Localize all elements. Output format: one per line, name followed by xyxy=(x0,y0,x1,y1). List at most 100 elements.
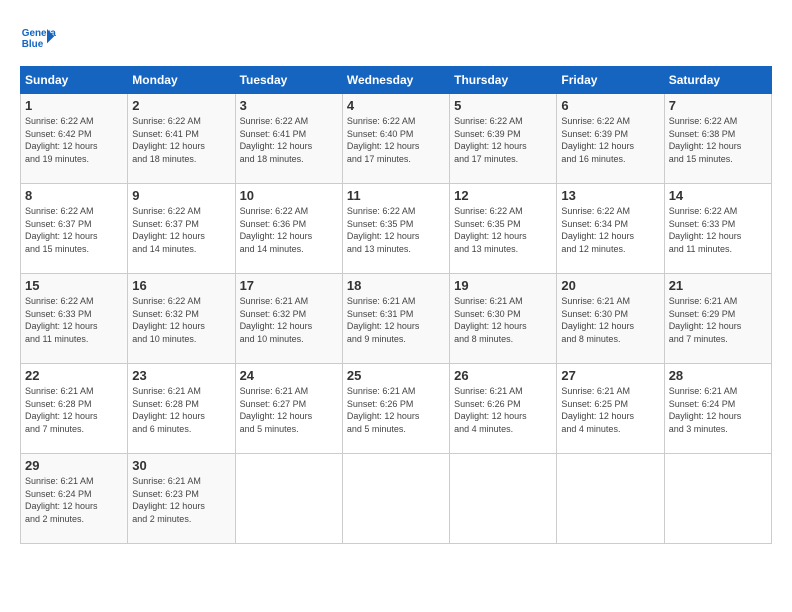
day-number: 2 xyxy=(132,98,230,113)
calendar-week-1: 1 Sunrise: 6:22 AM Sunset: 6:42 PM Daylig… xyxy=(21,94,772,184)
svg-text:Blue: Blue xyxy=(22,39,44,50)
day-number: 1 xyxy=(25,98,123,113)
header-cell-saturday: Saturday xyxy=(664,67,771,94)
calendar-cell: 30 Sunrise: 6:21 AM Sunset: 6:23 PM Dayli… xyxy=(128,454,235,544)
calendar-cell: 2 Sunrise: 6:22 AM Sunset: 6:41 PM Daylig… xyxy=(128,94,235,184)
header-cell-tuesday: Tuesday xyxy=(235,67,342,94)
calendar-cell: 25 Sunrise: 6:21 AM Sunset: 6:26 PM Dayli… xyxy=(342,364,449,454)
calendar-cell: 28 Sunrise: 6:21 AM Sunset: 6:24 PM Dayli… xyxy=(664,364,771,454)
calendar-cell: 20 Sunrise: 6:21 AM Sunset: 6:30 PM Dayli… xyxy=(557,274,664,364)
calendar-header: SundayMondayTuesdayWednesdayThursdayFrid… xyxy=(21,67,772,94)
day-info: Sunrise: 6:21 AM Sunset: 6:30 PM Dayligh… xyxy=(561,295,659,345)
calendar-week-4: 22 Sunrise: 6:21 AM Sunset: 6:28 PM Dayli… xyxy=(21,364,772,454)
day-info: Sunrise: 6:21 AM Sunset: 6:28 PM Dayligh… xyxy=(25,385,123,435)
calendar-cell: 26Sunrise: 6:21 AM Sunset: 6:26 PM Dayli… xyxy=(450,364,557,454)
calendar-week-5: 29 Sunrise: 6:21 AM Sunset: 6:24 PM Dayli… xyxy=(21,454,772,544)
day-info: Sunrise: 6:22 AM Sunset: 6:36 PM Dayligh… xyxy=(240,205,338,255)
day-info: Sunrise: 6:21 AM Sunset: 6:32 PM Dayligh… xyxy=(240,295,338,345)
calendar-table: SundayMondayTuesdayWednesdayThursdayFrid… xyxy=(20,66,772,544)
calendar-cell: 4 Sunrise: 6:22 AM Sunset: 6:40 PM Daylig… xyxy=(342,94,449,184)
day-number: 12 xyxy=(454,188,552,203)
day-number: 11 xyxy=(347,188,445,203)
day-number: 24 xyxy=(240,368,338,383)
calendar-cell: 6 Sunrise: 6:22 AM Sunset: 6:39 PM Daylig… xyxy=(557,94,664,184)
header-cell-sunday: Sunday xyxy=(21,67,128,94)
day-number: 20 xyxy=(561,278,659,293)
day-number: 7 xyxy=(669,98,767,113)
calendar-cell: 17 Sunrise: 6:21 AM Sunset: 6:32 PM Dayli… xyxy=(235,274,342,364)
day-info: Sunrise: 6:21 AM Sunset: 6:31 PM Dayligh… xyxy=(347,295,445,345)
day-number: 26 xyxy=(454,368,552,383)
day-info: Sunrise: 6:22 AM Sunset: 6:37 PM Dayligh… xyxy=(132,205,230,255)
calendar-cell: 13 Sunrise: 6:22 AM Sunset: 6:34 PM Dayli… xyxy=(557,184,664,274)
day-number: 22 xyxy=(25,368,123,383)
day-number: 8 xyxy=(25,188,123,203)
header-cell-wednesday: Wednesday xyxy=(342,67,449,94)
day-number: 28 xyxy=(669,368,767,383)
day-info: Sunrise: 6:22 AM Sunset: 6:37 PM Dayligh… xyxy=(25,205,123,255)
calendar-cell: 9 Sunrise: 6:22 AM Sunset: 6:37 PM Daylig… xyxy=(128,184,235,274)
day-info: Sunrise: 6:22 AM Sunset: 6:40 PM Dayligh… xyxy=(347,115,445,165)
calendar-cell: 23 Sunrise: 6:21 AM Sunset: 6:28 PM Dayli… xyxy=(128,364,235,454)
calendar-cell: 24Sunrise: 6:21 AM Sunset: 6:27 PM Dayli… xyxy=(235,364,342,454)
calendar-cell: 22 Sunrise: 6:21 AM Sunset: 6:28 PM Dayli… xyxy=(21,364,128,454)
calendar-cell xyxy=(557,454,664,544)
calendar-cell: 29 Sunrise: 6:21 AM Sunset: 6:24 PM Dayli… xyxy=(21,454,128,544)
day-info: Sunrise: 6:22 AM Sunset: 6:35 PM Dayligh… xyxy=(454,205,552,255)
calendar-cell: 14 Sunrise: 6:22 AM Sunset: 6:33 PM Dayli… xyxy=(664,184,771,274)
day-info: Sunrise: 6:21 AM Sunset: 6:28 PM Dayligh… xyxy=(132,385,230,435)
header: General Blue xyxy=(20,20,772,56)
day-number: 4 xyxy=(347,98,445,113)
day-number: 21 xyxy=(669,278,767,293)
day-info: Sunrise: 6:22 AM Sunset: 6:39 PM Dayligh… xyxy=(561,115,659,165)
calendar-cell: 3 Sunrise: 6:22 AM Sunset: 6:41 PM Daylig… xyxy=(235,94,342,184)
calendar-cell: 12 Sunrise: 6:22 AM Sunset: 6:35 PM Dayli… xyxy=(450,184,557,274)
calendar-cell: 8 Sunrise: 6:22 AM Sunset: 6:37 PM Daylig… xyxy=(21,184,128,274)
calendar-cell: 21 Sunrise: 6:21 AM Sunset: 6:29 PM Dayli… xyxy=(664,274,771,364)
day-info: Sunrise: 6:22 AM Sunset: 6:38 PM Dayligh… xyxy=(669,115,767,165)
day-number: 23 xyxy=(132,368,230,383)
calendar-cell xyxy=(235,454,342,544)
calendar-cell xyxy=(342,454,449,544)
calendar-cell xyxy=(664,454,771,544)
day-number: 29 xyxy=(25,458,123,473)
calendar-cell: 19 Sunrise: 6:21 AM Sunset: 6:30 PM Dayli… xyxy=(450,274,557,364)
calendar-cell: 7 Sunrise: 6:22 AM Sunset: 6:38 PM Daylig… xyxy=(664,94,771,184)
day-number: 27 xyxy=(561,368,659,383)
day-info: Sunrise: 6:22 AM Sunset: 6:41 PM Dayligh… xyxy=(240,115,338,165)
day-info: Sunrise: 6:22 AM Sunset: 6:33 PM Dayligh… xyxy=(669,205,767,255)
day-number: 19 xyxy=(454,278,552,293)
day-number: 17 xyxy=(240,278,338,293)
day-info: Sunrise: 6:22 AM Sunset: 6:41 PM Dayligh… xyxy=(132,115,230,165)
calendar-cell: 15 Sunrise: 6:22 AM Sunset: 6:33 PM Dayli… xyxy=(21,274,128,364)
day-number: 25 xyxy=(347,368,445,383)
day-number: 15 xyxy=(25,278,123,293)
calendar-cell: 11 Sunrise: 6:22 AM Sunset: 6:35 PM Dayli… xyxy=(342,184,449,274)
day-info: Sunrise: 6:22 AM Sunset: 6:33 PM Dayligh… xyxy=(25,295,123,345)
day-number: 30 xyxy=(132,458,230,473)
day-number: 3 xyxy=(240,98,338,113)
day-info: Sunrise: 6:21 AM Sunset: 6:25 PM Dayligh… xyxy=(561,385,659,435)
day-info: Sunrise: 6:21 AM Sunset: 6:30 PM Dayligh… xyxy=(454,295,552,345)
calendar-body: 1 Sunrise: 6:22 AM Sunset: 6:42 PM Daylig… xyxy=(21,94,772,544)
day-number: 13 xyxy=(561,188,659,203)
day-info: Sunrise: 6:21 AM Sunset: 6:23 PM Dayligh… xyxy=(132,475,230,525)
day-info: Sunrise: 6:21 AM Sunset: 6:29 PM Dayligh… xyxy=(669,295,767,345)
header-row: SundayMondayTuesdayWednesdayThursdayFrid… xyxy=(21,67,772,94)
day-number: 18 xyxy=(347,278,445,293)
day-info: Sunrise: 6:22 AM Sunset: 6:35 PM Dayligh… xyxy=(347,205,445,255)
day-info: Sunrise: 6:22 AM Sunset: 6:34 PM Dayligh… xyxy=(561,205,659,255)
day-number: 9 xyxy=(132,188,230,203)
calendar-cell: 10Sunrise: 6:22 AM Sunset: 6:36 PM Dayli… xyxy=(235,184,342,274)
calendar-cell: 18 Sunrise: 6:21 AM Sunset: 6:31 PM Dayli… xyxy=(342,274,449,364)
day-info: Sunrise: 6:21 AM Sunset: 6:24 PM Dayligh… xyxy=(669,385,767,435)
day-info: Sunrise: 6:22 AM Sunset: 6:42 PM Dayligh… xyxy=(25,115,123,165)
day-number: 16 xyxy=(132,278,230,293)
day-info: Sunrise: 6:21 AM Sunset: 6:24 PM Dayligh… xyxy=(25,475,123,525)
day-number: 14 xyxy=(669,188,767,203)
day-info: Sunrise: 6:21 AM Sunset: 6:26 PM Dayligh… xyxy=(347,385,445,435)
calendar-week-3: 15 Sunrise: 6:22 AM Sunset: 6:33 PM Dayli… xyxy=(21,274,772,364)
day-number: 6 xyxy=(561,98,659,113)
day-number: 5 xyxy=(454,98,552,113)
calendar-week-2: 8 Sunrise: 6:22 AM Sunset: 6:37 PM Daylig… xyxy=(21,184,772,274)
